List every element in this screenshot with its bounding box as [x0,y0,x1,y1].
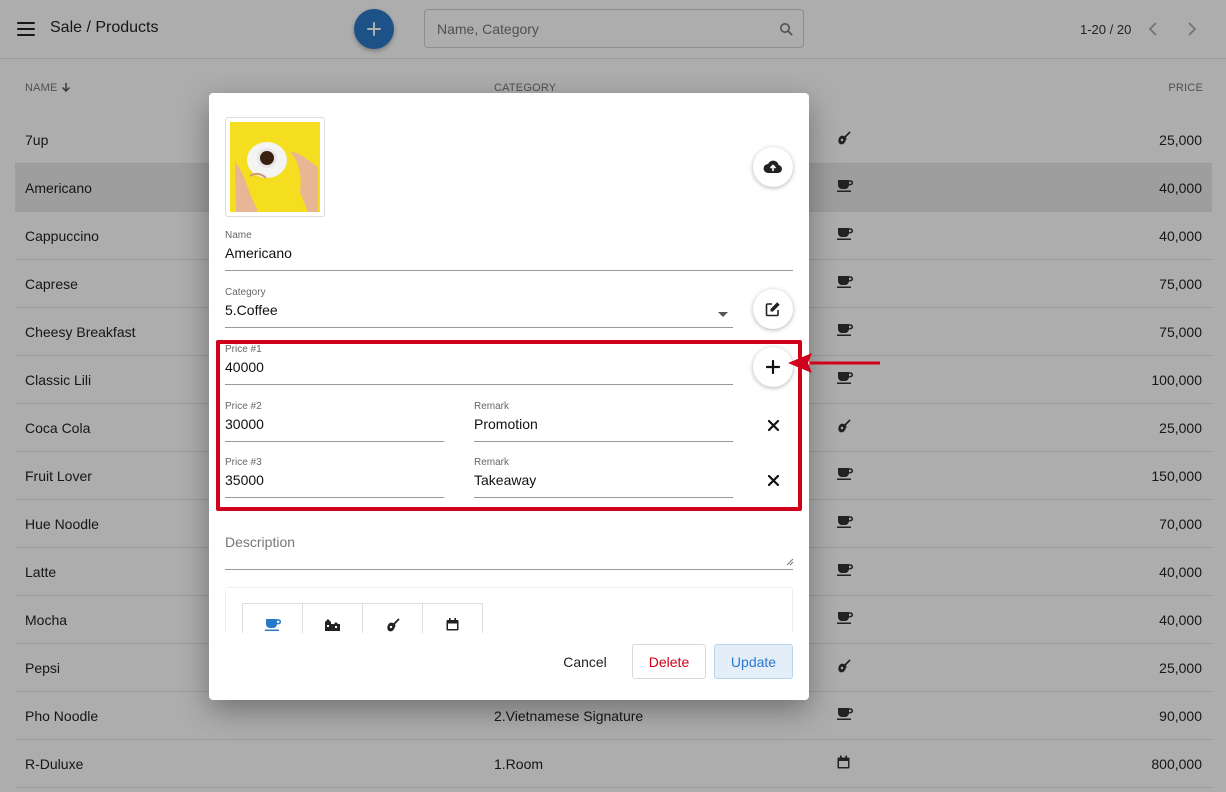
name-field[interactable]: Name Americano [225,230,793,271]
dropdown-arrow-icon[interactable] [718,312,728,317]
price-section-highlight-box [216,340,802,511]
coffee-cup-image [230,122,320,212]
upload-image-button[interactable] [753,147,793,187]
cup-icon [264,619,281,631]
icon-picker [225,587,793,633]
icon-option-calendar[interactable] [422,603,483,633]
name-label: Name [225,230,252,241]
product-thumbnail[interactable] [225,117,325,217]
calendar-icon [446,618,459,631]
icon-option-guitar[interactable] [362,603,423,633]
cancel-button[interactable]: Cancel [554,644,616,679]
description-input[interactable]: Description [225,534,295,550]
edit-icon [765,302,780,317]
delete-button[interactable]: Delete [632,644,706,679]
resize-handle-icon[interactable] [786,558,794,566]
category-label: Category [225,287,266,298]
icon-option-cup[interactable] [242,603,303,633]
icon-option-building[interactable] [302,603,363,633]
cloud-upload-icon [763,160,782,173]
edit-category-button[interactable] [753,289,793,329]
category-select[interactable]: Category 5.Coffee [225,287,733,328]
guitar-icon [386,618,400,632]
building-icon [324,619,340,631]
name-value[interactable]: Americano [225,245,292,261]
update-button[interactable]: Update [714,644,793,679]
category-value[interactable]: 5.Coffee [225,302,278,318]
annotation-arrow-icon [788,353,880,373]
